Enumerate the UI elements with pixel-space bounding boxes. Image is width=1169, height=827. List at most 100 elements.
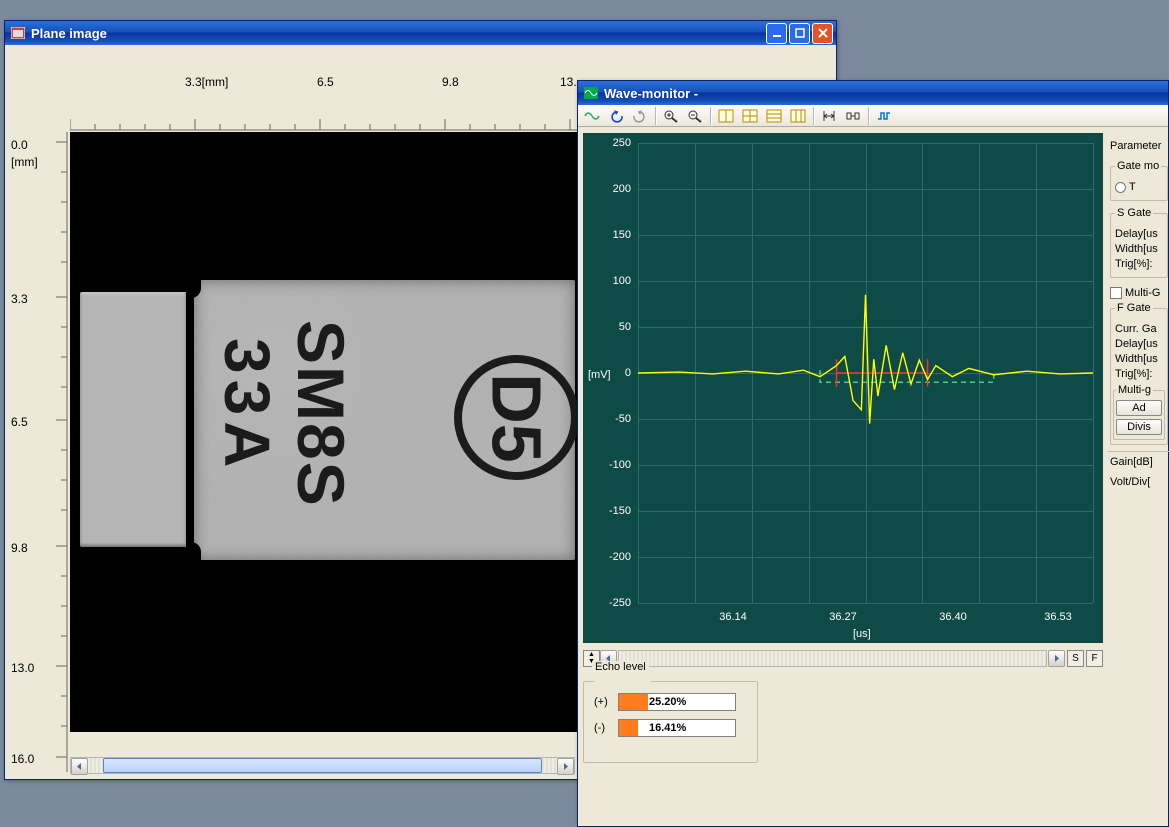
x-axis-unit: [us]	[853, 628, 871, 640]
divis-button[interactable]: Divis	[1116, 419, 1162, 435]
trig-label: Trig[%]:	[1115, 368, 1163, 380]
width-label: Width[us	[1115, 243, 1163, 255]
y-tick: 200	[613, 183, 631, 195]
s-gate-legend: S Gate	[1115, 207, 1153, 219]
x-tick: 36.14	[719, 611, 747, 623]
echo-neg-value: 16.41%	[649, 720, 686, 736]
signal-toggle-icon[interactable]	[873, 107, 895, 125]
ruler-top-ticks	[70, 113, 580, 131]
echo-pos-bar: 25.20%	[618, 693, 736, 711]
delay-label: Delay[us	[1115, 228, 1163, 240]
ruler-top-label: 9.8	[442, 75, 459, 89]
echo-pos-value: 25.20%	[649, 694, 686, 710]
plane-window-titlebar[interactable]: Plane image	[5, 21, 836, 45]
y-axis-unit: [mV]	[588, 369, 611, 381]
gate-mode-legend: Gate mo	[1115, 160, 1161, 172]
scroll-track[interactable]	[88, 758, 557, 773]
scroll-thumb[interactable]	[103, 758, 542, 773]
delay-label: Delay[us	[1115, 338, 1163, 350]
multi-g-legend: Multi-g	[1116, 384, 1153, 396]
x-tick: 36.53	[1044, 611, 1072, 623]
scroll-right-button[interactable]	[1048, 650, 1065, 667]
wave-horizontal-scroll: ▲▼ S F	[583, 649, 1103, 667]
ruler-top-label: 3.3[mm]	[185, 75, 228, 89]
scroll-left-button[interactable]	[71, 758, 88, 775]
y-tick: 150	[613, 229, 631, 241]
add-button[interactable]: Ad	[1116, 400, 1162, 416]
scroll-track[interactable]	[618, 650, 1047, 667]
chip-date-code: D5	[476, 373, 556, 462]
gate-range-icon[interactable]	[818, 107, 840, 125]
gate-caliper-icon[interactable]	[842, 107, 864, 125]
gate-mode-radio-t[interactable]: T	[1115, 181, 1136, 193]
scroll-right-button[interactable]	[557, 758, 574, 775]
zoom-in-icon[interactable]	[660, 107, 682, 125]
maximize-button[interactable]	[789, 23, 810, 44]
echo-negative-row: (-) 16.41%	[594, 719, 747, 737]
multi-g-subgroup: Multi-g Ad Divis	[1113, 384, 1165, 440]
gain-label: Gain[dB]	[1110, 456, 1168, 468]
y-tick: 50	[619, 321, 631, 333]
y-tick: -200	[609, 551, 631, 563]
chip-date-code-circle: D5	[454, 355, 579, 480]
echo-level-title: Echo level	[592, 661, 649, 673]
curr-ga-label: Curr. Ga	[1115, 323, 1163, 335]
f-gate-legend: F Gate	[1115, 302, 1153, 314]
y-tick: -250	[609, 597, 631, 609]
voltdiv-label: Volt/Div[	[1110, 476, 1168, 488]
close-button[interactable]	[812, 23, 833, 44]
layout-c-icon[interactable]	[763, 107, 785, 125]
layout-b-icon[interactable]	[739, 107, 761, 125]
wave-window-icon	[583, 85, 599, 101]
parameter-panel: Parameter Gate mo T S Gate Delay[us Widt…	[1108, 133, 1169, 653]
s-gate-button[interactable]: S	[1067, 650, 1084, 667]
redo-icon[interactable]	[629, 107, 651, 125]
layout-d-icon[interactable]	[787, 107, 809, 125]
chip-image: SM8S 33A D5	[80, 292, 575, 560]
s-gate-group: S Gate Delay[us Width[us Trig[%]:	[1110, 207, 1168, 278]
undo-icon[interactable]	[605, 107, 627, 125]
waveform-svg	[638, 143, 1093, 603]
echo-neg-bar: 16.41%	[618, 719, 736, 737]
ruler-left-label: 6.5	[11, 415, 28, 429]
y-tick: 100	[613, 275, 631, 287]
ruler-left-label: 0.0	[11, 138, 28, 152]
ruler-top-label: 6.5	[317, 75, 334, 89]
ruler-top-label: 13.	[560, 75, 577, 89]
zoom-out-icon[interactable]	[684, 107, 706, 125]
plane-window-icon	[10, 25, 26, 41]
x-tick: 36.27	[829, 611, 857, 623]
y-tick: -150	[609, 505, 631, 517]
echo-positive-row: (+) 25.20%	[594, 693, 747, 711]
chip-marking-line1: SM8S	[283, 320, 359, 508]
chip-marking-line2: 33A	[210, 338, 284, 473]
ruler-left-label: 3.3	[11, 292, 28, 306]
wave-window-titlebar[interactable]: Wave-monitor -	[578, 81, 1168, 105]
wave-toolbar	[578, 105, 1168, 127]
ruler-left-label: 9.8	[11, 541, 28, 555]
layout-a-icon[interactable]	[715, 107, 737, 125]
echo-pos-label: (+)	[594, 696, 612, 708]
ruler-left-label: 13.0	[11, 661, 34, 675]
x-tick: 36.40	[939, 611, 967, 623]
parameter-header: Parameter	[1110, 140, 1168, 152]
waveform-icon[interactable]	[581, 107, 603, 125]
wave-window-title: Wave-monitor -	[604, 86, 1165, 101]
minimize-button[interactable]	[766, 23, 787, 44]
f-gate-group: F Gate Curr. Ga Delay[us Width[us Trig[%…	[1110, 302, 1168, 445]
ruler-left-ticks	[50, 132, 68, 732]
echo-neg-label: (-)	[594, 722, 612, 734]
multi-checkbox[interactable]: Multi-G	[1110, 287, 1160, 299]
plane-window-title: Plane image	[31, 26, 766, 41]
wave-monitor-window: Wave-monitor - [mV]	[577, 80, 1169, 827]
echo-level-group: Echo level (+) 25.20% (-) 16.41%	[583, 675, 758, 763]
plane-horizontal-scrollbar[interactable]	[70, 757, 575, 774]
ruler-left-unit: [mm]	[11, 155, 38, 169]
gate-mode-group: Gate mo T	[1110, 160, 1168, 201]
trig-label: Trig[%]:	[1115, 258, 1163, 270]
wave-plot-area[interactable]: [mV] 250 200 150 100 50 0 -50 -100 -150 …	[583, 133, 1103, 643]
y-tick: -50	[615, 413, 631, 425]
f-gate-button[interactable]: F	[1086, 650, 1103, 667]
plane-image-area[interactable]: SM8S 33A D5	[70, 132, 580, 732]
width-label: Width[us	[1115, 353, 1163, 365]
